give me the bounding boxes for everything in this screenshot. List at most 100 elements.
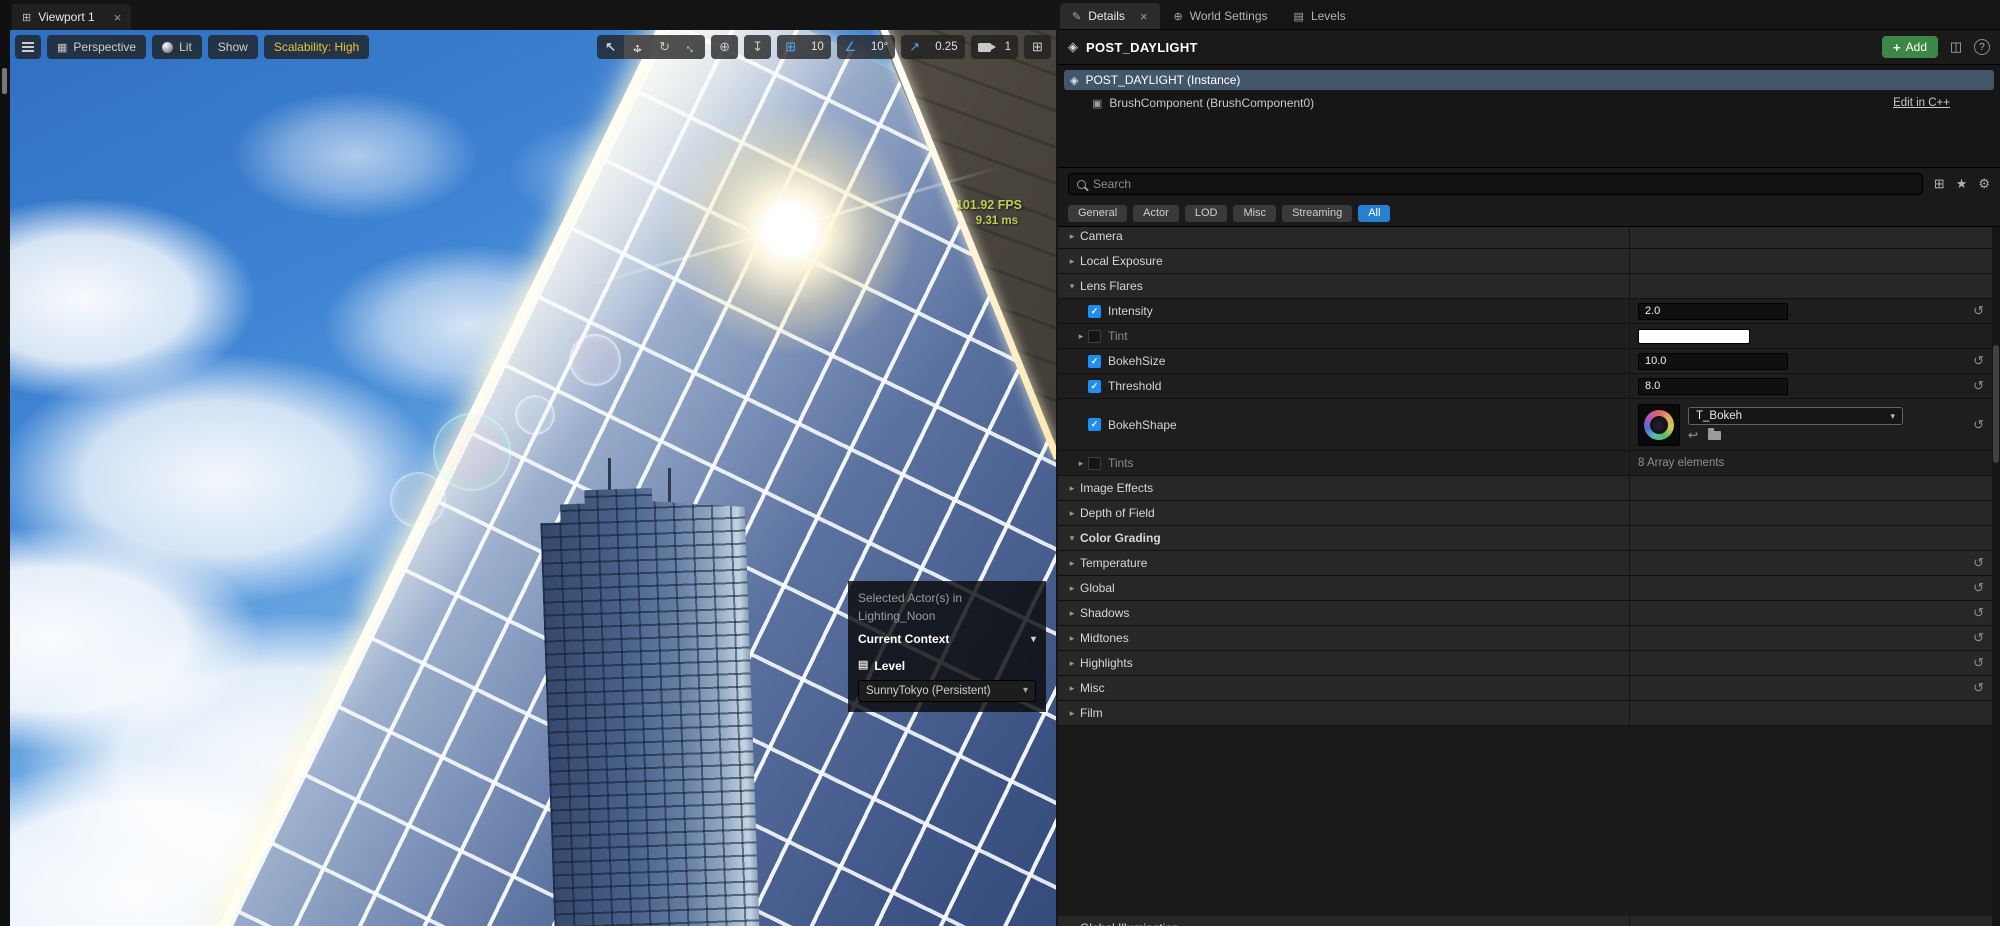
tab-world-settings[interactable]: ⊕ World Settings (1162, 3, 1280, 29)
reset-to-default-icon[interactable]: ↺ (1973, 655, 1984, 671)
tab-viewport-1[interactable]: ⊞ Viewport 1 × (12, 4, 132, 30)
search-input[interactable] (1093, 177, 1914, 191)
use-selected-asset-icon[interactable]: ↩ (1688, 428, 1698, 442)
reset-to-default-icon[interactable]: ↺ (1973, 580, 1984, 596)
collapsed-panel-tab[interactable] (2, 68, 7, 94)
viewport-scene[interactable]: ▦ Perspective Lit Show Scalability: High… (10, 30, 1056, 926)
bokehsize-value-field[interactable]: 10.0 (1638, 352, 1788, 370)
scalability-label: Scalability: High (273, 40, 360, 54)
reset-to-default-icon[interactable]: ↺ (1973, 680, 1984, 696)
category-midtones[interactable]: ▸ Midtones ↺ (1058, 626, 1992, 651)
category-local-exposure[interactable]: ▸ Local Exposure (1058, 249, 1992, 274)
tints-checkbox[interactable] (1088, 456, 1101, 470)
show-dropdown[interactable]: Show (207, 35, 258, 59)
category-camera[interactable]: ▸ Camera (1058, 227, 1992, 249)
surface-snapping-button[interactable]: ↧ (744, 35, 771, 59)
reset-to-default-icon[interactable]: ↺ (1973, 630, 1984, 646)
left-dock-rail (0, 0, 10, 926)
intensity-checkbox[interactable]: ✓ (1088, 304, 1101, 318)
tint-checkbox[interactable] (1088, 329, 1101, 343)
viewport-options-button[interactable] (15, 35, 41, 59)
reset-to-default-icon[interactable]: ↺ (1973, 303, 1984, 319)
chevron-right-icon: ▸ (1069, 557, 1075, 568)
add-component-button[interactable]: + Add (1882, 36, 1938, 58)
grid-snap-group: ⊞ 10 (777, 35, 831, 59)
reset-to-default-icon[interactable]: ↺ (1973, 417, 1984, 433)
filter-lod[interactable]: LOD (1184, 204, 1228, 222)
category-color-grading[interactable]: ▾ Color Grading (1058, 526, 1992, 551)
reset-to-default-icon[interactable]: ↺ (1973, 555, 1984, 571)
reset-to-default-icon[interactable]: ↺ (1973, 378, 1984, 394)
perspective-dropdown[interactable]: ▦ Perspective (47, 35, 147, 59)
category-shadows[interactable]: ▸ Shadows ↺ (1058, 601, 1992, 626)
bokeh-texture-thumbnail[interactable] (1638, 403, 1680, 446)
level-select-dropdown[interactable]: SunnyTokyo (Persistent) ▾ (858, 680, 1036, 702)
threshold-checkbox[interactable]: ✓ (1088, 379, 1101, 393)
close-tab-icon[interactable]: × (1140, 9, 1148, 24)
rotation-snap-group: ∠ 10° (836, 35, 896, 59)
favorites-star-icon[interactable]: ★ (1956, 176, 1968, 192)
category-highlights[interactable]: ▸ Highlights ↺ (1058, 651, 1992, 676)
reset-to-default-icon[interactable]: ↺ (1973, 353, 1984, 369)
filter-actor[interactable]: Actor (1133, 204, 1179, 222)
rotate-tool-button[interactable]: ↻ (651, 35, 678, 59)
edit-in-cpp-link[interactable]: Edit in C++ (1893, 97, 1950, 109)
bokehshape-asset-dropdown[interactable]: T_Bokeh ▾ (1688, 407, 1903, 425)
camera-speed-value[interactable]: 1 (998, 35, 1018, 59)
chevron-right-icon[interactable]: ▸ (1074, 458, 1088, 469)
filter-all[interactable]: All (1358, 204, 1391, 222)
scale-tool-button[interactable]: ↔ (678, 35, 705, 59)
reset-to-default-icon[interactable]: ↺ (1973, 605, 1984, 621)
rotation-snap-value[interactable]: 10° (864, 35, 895, 59)
view-mode-dropdown[interactable]: Lit (152, 35, 202, 59)
bokehsize-checkbox[interactable]: ✓ (1088, 354, 1101, 368)
category-global[interactable]: ▸ Global ↺ (1058, 576, 1992, 601)
category-temperature[interactable]: ▸ Temperature ↺ (1058, 551, 1992, 576)
tree-row-brush-component[interactable]: ▣ BrushComponent (BrushComponent0) Edit … (1064, 93, 1994, 113)
tree-row-instance[interactable]: ◈ POST_DAYLIGHT (Instance) (1064, 70, 1994, 90)
tab-levels[interactable]: ▤ Levels (1282, 3, 1358, 29)
category-depth-of-field[interactable]: ▸ Depth of Field (1058, 501, 1992, 526)
actor-icon: ◈ (1070, 74, 1079, 87)
move-tool-button[interactable]: ↔ ↕ (624, 35, 652, 59)
category-lens-flares[interactable]: ▾ Lens Flares (1058, 274, 1992, 299)
maximize-viewport-button[interactable]: ⊞ (1024, 35, 1051, 59)
grid-snap-value[interactable]: 10 (804, 35, 831, 59)
settings-gear-icon[interactable]: ⚙ (1978, 176, 1990, 192)
filter-general[interactable]: General (1068, 204, 1128, 222)
details-scrollbar[interactable] (1992, 227, 2000, 926)
chevron-right-icon[interactable]: ▸ (1074, 331, 1088, 342)
levels-icon: ▤ (858, 659, 869, 672)
scale-snap-value[interactable]: 0.25 (928, 35, 964, 59)
scalability-button[interactable]: Scalability: High (263, 35, 370, 59)
camera-speed-button[interactable] (971, 35, 998, 59)
category-misc[interactable]: ▸ Misc ↺ (1058, 676, 1992, 701)
grid-snap-toggle[interactable]: ⊞ (777, 35, 804, 59)
grid-snap-icon: ⊞ (785, 39, 796, 54)
close-tab-icon[interactable]: × (114, 10, 122, 25)
category-image-effects[interactable]: ▸ Image Effects (1058, 476, 1992, 501)
bokehshape-checkbox[interactable]: ✓ (1088, 418, 1101, 431)
browse-to-asset-icon[interactable] (1708, 427, 1722, 440)
world-local-toggle[interactable]: ⊕ (711, 35, 738, 59)
filter-streaming[interactable]: Streaming (1282, 204, 1353, 222)
current-context-dropdown[interactable]: Current Context ▾ (858, 631, 1036, 648)
help-button[interactable]: ? (1974, 39, 1990, 55)
category-global-illumination[interactable]: ▸Global Illumination (1058, 916, 1992, 926)
filter-misc[interactable]: Misc (1233, 204, 1277, 222)
property-row-tint: ▸ Tint (1058, 324, 1992, 349)
intensity-value-field[interactable]: 2.0 (1638, 302, 1788, 320)
rotation-snap-toggle[interactable]: ∠ (837, 35, 864, 59)
select-tool-button[interactable]: ↖ (597, 35, 624, 59)
search-box[interactable] (1068, 173, 1923, 195)
panel-options-button[interactable]: ◫ (1946, 37, 1966, 57)
threshold-value-field[interactable]: 8.0 (1638, 377, 1788, 395)
tint-color-swatch[interactable] (1638, 328, 1750, 344)
scrollbar-thumb[interactable] (1993, 345, 1999, 463)
scale-snap-toggle[interactable]: ↗ (901, 35, 928, 59)
viewport-tab-icon: ⊞ (22, 11, 32, 24)
display-mode-icon[interactable]: ⊞ (1934, 176, 1945, 192)
category-film[interactable]: ▸ Film (1058, 701, 1992, 726)
tab-details[interactable]: ✎ Details × (1060, 3, 1160, 29)
transform-tool-group: ↖ ↔ ↕ ↻ ↔ (597, 35, 706, 59)
